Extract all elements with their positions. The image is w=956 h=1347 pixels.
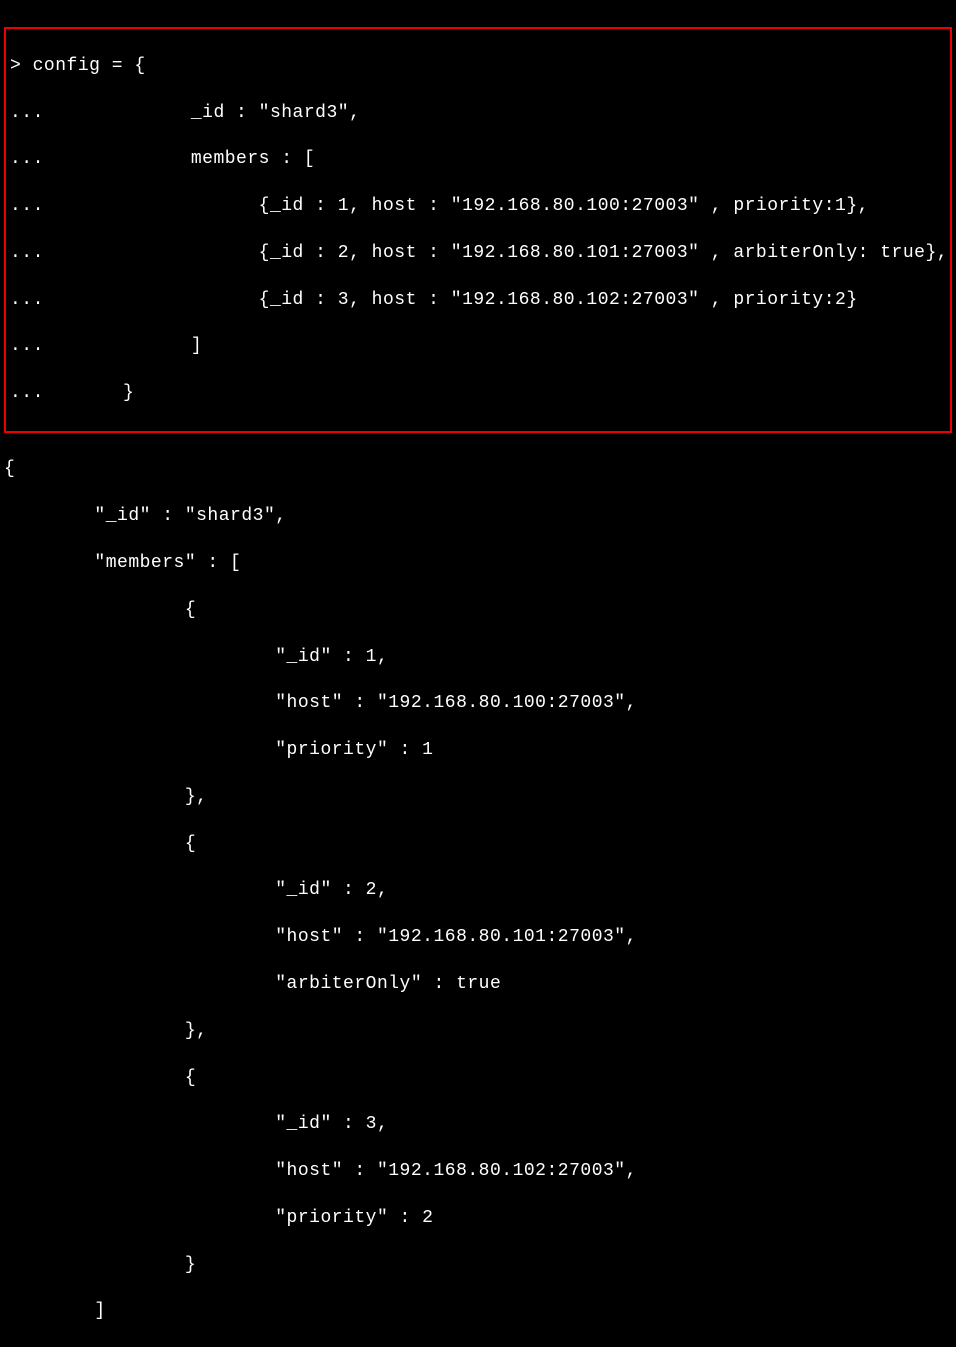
code: ] xyxy=(55,336,202,356)
output-line: { xyxy=(4,1067,952,1090)
continuation-prompt: ... xyxy=(10,149,44,169)
output-line: "_id" : "shard3", xyxy=(4,505,952,528)
input-line: ... {_id : 3, host : "192.168.80.102:270… xyxy=(10,289,946,312)
output-line: { xyxy=(4,833,952,856)
continuation-prompt: ... xyxy=(10,243,44,263)
code: _id : "shard3", xyxy=(55,103,360,123)
input-line: ... members : [ xyxy=(10,148,946,171)
continuation-prompt: ... xyxy=(10,383,44,403)
output-line: "_id" : 3, xyxy=(4,1113,952,1136)
code: {_id : 3, host : "192.168.80.102:27003" … xyxy=(55,290,857,310)
output-line: } xyxy=(4,1254,952,1277)
output-line: "priority" : 1 xyxy=(4,739,952,762)
code: config = { xyxy=(33,56,146,76)
input-line: > config = { xyxy=(10,55,946,78)
continuation-prompt: ... xyxy=(10,103,44,123)
output-line: "host" : "192.168.80.100:27003", xyxy=(4,692,952,715)
input-line: ... {_id : 1, host : "192.168.80.100:270… xyxy=(10,195,946,218)
output-line: "arbiterOnly" : true xyxy=(4,973,952,996)
output-line: "_id" : 1, xyxy=(4,646,952,669)
input-line: ... } xyxy=(10,382,946,405)
output-line: }, xyxy=(4,1020,952,1043)
continuation-prompt: ... xyxy=(10,336,44,356)
input-line: ... ] xyxy=(10,335,946,358)
output-line: "host" : "192.168.80.102:27003", xyxy=(4,1160,952,1183)
output-line: }, xyxy=(4,786,952,809)
output-line: "_id" : 2, xyxy=(4,879,952,902)
output-line: "priority" : 2 xyxy=(4,1207,952,1230)
output-line: ] xyxy=(4,1300,952,1323)
code: {_id : 1, host : "192.168.80.100:27003" … xyxy=(55,196,869,216)
code: } xyxy=(55,383,134,403)
continuation-prompt: ... xyxy=(10,290,44,310)
output-line: { xyxy=(4,458,952,481)
input-line: ... _id : "shard3", xyxy=(10,102,946,125)
output-line: "members" : [ xyxy=(4,552,952,575)
continuation-prompt: ... xyxy=(10,196,44,216)
output-line: "host" : "192.168.80.101:27003", xyxy=(4,926,952,949)
code: {_id : 2, host : "192.168.80.101:27003" … xyxy=(55,243,948,263)
command-input-highlight: > config = { ... _id : "shard3", ... mem… xyxy=(4,27,952,433)
code: members : [ xyxy=(55,149,315,169)
input-line: ... {_id : 2, host : "192.168.80.101:270… xyxy=(10,242,946,265)
prompt: > xyxy=(10,56,21,76)
output-line: { xyxy=(4,599,952,622)
terminal-output[interactable]: > config = { ... _id : "shard3", ... mem… xyxy=(4,4,952,1347)
